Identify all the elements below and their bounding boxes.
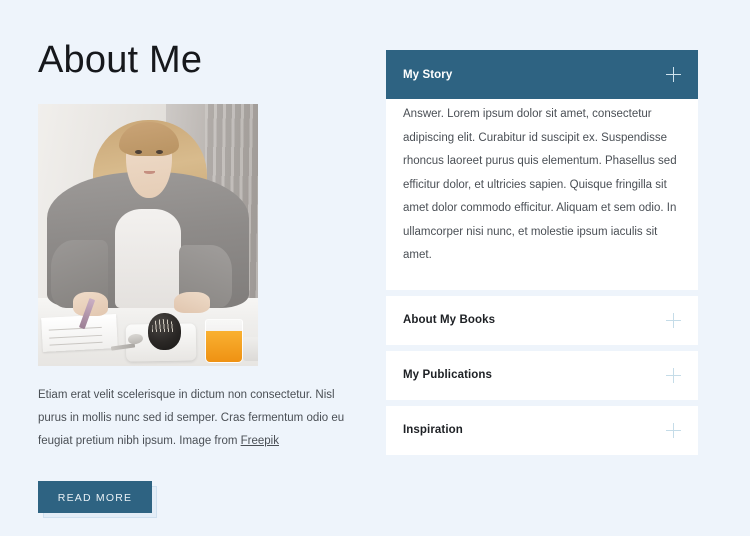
photo-second-glass bbox=[242, 336, 258, 361]
photo-notebook bbox=[41, 314, 119, 353]
photo-shirt bbox=[115, 208, 181, 309]
plus-icon[interactable] bbox=[666, 312, 681, 328]
photo-juice-glass bbox=[205, 319, 243, 364]
photo-notebook-line bbox=[50, 342, 103, 346]
accordion-header-my-publications[interactable]: My Publications bbox=[386, 350, 698, 400]
read-more-button[interactable]: READ MORE bbox=[38, 480, 152, 513]
accordion-item-my-story: My Story Answer. Lorem ipsum dolor sit a… bbox=[386, 50, 698, 290]
accordion-item-inspiration: Inspiration bbox=[386, 405, 698, 455]
freepik-link[interactable]: Freepik bbox=[241, 435, 279, 447]
photo-notebook-line bbox=[50, 334, 103, 339]
read-more-button-wrap: READ MORE bbox=[38, 480, 157, 518]
accordion-panel-my-story: Answer. Lorem ipsum dolor sit amet, cons… bbox=[386, 99, 698, 290]
accordion-body-text: Answer. Lorem ipsum dolor sit amet, cons… bbox=[403, 108, 677, 262]
photo-notebook-line bbox=[49, 326, 102, 331]
accordion-header-about-my-books[interactable]: About My Books bbox=[386, 295, 698, 345]
about-me-page: About Me Etiam erat velit scelerisque in… bbox=[0, 0, 750, 536]
photo-orange-juice bbox=[206, 331, 242, 363]
accordion-item-my-publications: My Publications bbox=[386, 350, 698, 400]
accordion-title: About My Books bbox=[403, 314, 496, 327]
accordion-title: My Publications bbox=[403, 369, 493, 382]
author-photo bbox=[38, 103, 258, 366]
accordion-title: My Story bbox=[403, 68, 453, 81]
plus-icon[interactable] bbox=[666, 422, 681, 438]
intro-paragraph: Etiam erat velit scelerisque in dictum n… bbox=[38, 384, 348, 453]
accordion-header-my-story[interactable]: My Story bbox=[386, 50, 698, 99]
accordion-item-about-my-books: About My Books bbox=[386, 295, 698, 345]
intro-text: Etiam erat velit scelerisque in dictum n… bbox=[38, 388, 345, 447]
left-column: About Me Etiam erat velit scelerisque in… bbox=[38, 39, 358, 518]
plus-icon[interactable] bbox=[666, 367, 681, 383]
accordion: My Story Answer. Lorem ipsum dolor sit a… bbox=[386, 50, 698, 461]
accordion-header-inspiration[interactable]: Inspiration bbox=[386, 405, 698, 455]
page-title: About Me bbox=[38, 39, 203, 81]
accordion-title: Inspiration bbox=[403, 424, 463, 437]
photo-hand-right bbox=[174, 292, 210, 314]
plus-icon[interactable] bbox=[666, 67, 681, 82]
photo-dessert-drizzle bbox=[152, 318, 175, 332]
